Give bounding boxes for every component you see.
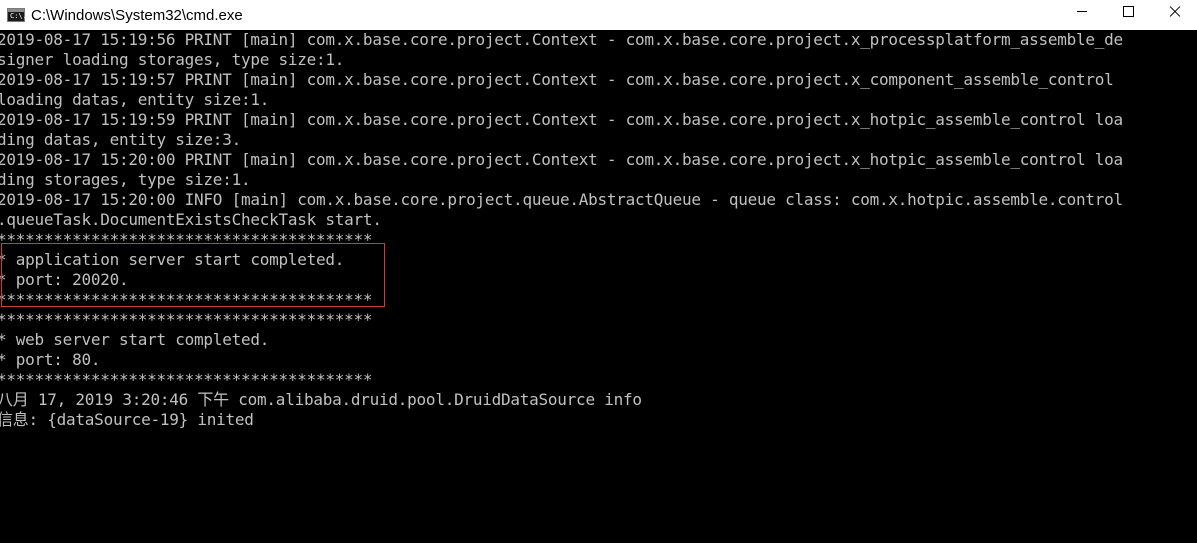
- console-line: * web server start completed.: [0, 330, 270, 349]
- console-line: 2019-08-17 15:19:56 PRINT [main] com.x.b…: [0, 30, 1123, 49]
- window-title: C:\Windows\System32\cmd.exe: [31, 6, 243, 24]
- console-line: ****************************************: [0, 370, 373, 389]
- console-line: 2019-08-17 15:19:59 PRINT [main] com.x.b…: [0, 110, 1123, 129]
- minimize-icon[interactable]: [1059, 0, 1105, 30]
- console-line: * port: 20020.: [0, 270, 129, 289]
- console-line: 2019-08-17 15:20:00 PRINT [main] com.x.b…: [0, 150, 1123, 169]
- console-line: * application server start completed.: [0, 250, 345, 269]
- window-controls: [1059, 0, 1197, 30]
- console-line: ****************************************: [0, 290, 373, 309]
- console-line: 八月 17, 2019 3:20:46 下午 com.alibaba.druid…: [0, 390, 642, 409]
- console-output[interactable]: 2019-08-17 15:19:56 PRINT [main] com.x.b…: [0, 30, 1197, 543]
- console-line: ****************************************: [0, 230, 373, 249]
- console-line: .queueTask.DocumentExistsCheckTask start…: [0, 210, 382, 229]
- cmd-window: C:\. C:\Windows\System32\cmd.exe 2019-08…: [0, 0, 1197, 543]
- cmd-icon[interactable]: C:\.: [7, 8, 27, 22]
- console-line: 信息: {dataSource-19} inited: [0, 410, 254, 429]
- console-line: ding storages, type size:1.: [0, 170, 251, 189]
- console-line: * port: 80.: [0, 350, 101, 369]
- close-icon[interactable]: [1151, 0, 1197, 30]
- cmd-icon-glyph: C:\.: [10, 12, 27, 20]
- console-line: ding datas, entity size:3.: [0, 130, 241, 149]
- maximize-icon[interactable]: [1105, 0, 1151, 30]
- console-line: 2019-08-17 15:20:00 INFO [main] com.x.ba…: [0, 190, 1123, 209]
- console-line: 2019-08-17 15:19:57 PRINT [main] com.x.b…: [0, 70, 1114, 89]
- title-bar[interactable]: C:\. C:\Windows\System32\cmd.exe: [0, 0, 1197, 30]
- console-line: signer loading storages, type size:1.: [0, 50, 345, 69]
- console-line: ****************************************: [0, 310, 373, 329]
- console-line: loading datas, entity size:1.: [0, 90, 270, 109]
